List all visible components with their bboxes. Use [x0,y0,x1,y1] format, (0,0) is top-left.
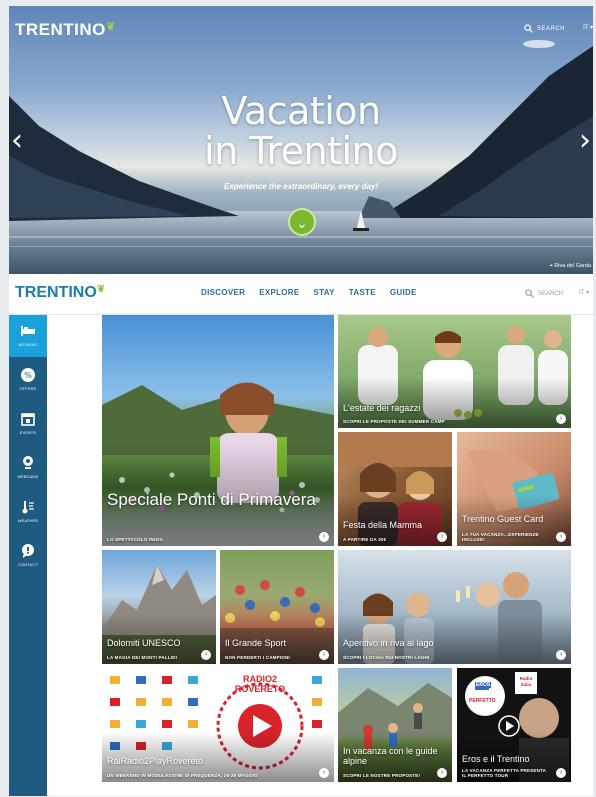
arrow-right-icon[interactable]: › [556,414,566,424]
sidebar-item-events[interactable]: EVENTS [9,403,47,445]
tile-title: Aperitivo in riva al lago [343,638,434,648]
tile-title: Il Grande Sport [225,638,287,648]
promo-tile-speciale-ponti[interactable]: Speciale Ponti di Primavera LO SPETTACOL… [102,315,334,546]
sidebar-item-weather[interactable]: WEATHER [9,491,47,533]
main-navigation: TRENTINO❦ DISCOVER EXPLORE STAY TASTE GU… [9,274,593,315]
quick-links-sidebar: BOOKING % OFFERS EVENTS WEBCAMS WEATHER … [9,315,47,796]
hero-photo-caption: ⌖ Riva del Garda [549,263,591,269]
arrow-right-icon[interactable]: › [437,532,447,542]
tile-subtitle: LA VACANZA PERFETTA PRESENTA IL PERFETTO… [462,768,546,778]
tile-title: RaiRadio2PlayRovereto [107,756,204,766]
svg-text:%: % [24,371,32,380]
tile-subtitle: NON PERDERTI I CAMPIONI [225,655,290,660]
hero-subtitle: Experience the extraordinary, every day! [224,182,378,191]
arrow-right-icon[interactable]: › [437,768,447,778]
nav-item-guide[interactable]: GUIDE [390,288,417,297]
tile-subtitle: SCOPRI LE PROPOSTE DEI SUMMER CAMP [343,419,445,424]
sidebar-item-offers[interactable]: % OFFERS [9,359,47,401]
nav-item-discover[interactable]: DISCOVER [201,288,245,297]
chevron-down-icon[interactable]: ⌄ [288,208,316,236]
hero-title: Vacation in Trentino [204,89,398,173]
sidebar-item-label: BOOKING [18,343,38,347]
sidebar-item-label: WEBCAMS [17,475,39,479]
nav-search[interactable]: SEARCH [525,289,563,298]
promo-tile-guest-card[interactable]: Trentino Guest Card LA TUA VACANZA...ESP… [457,432,571,546]
sidebar-item-label: WEATHER [17,519,39,523]
nav-language-selector[interactable]: IT ▾ [579,289,589,296]
sidebar-item-label: OFFERS [19,387,37,391]
tile-title: Eros e il Trentino [462,754,530,764]
tile-title: Dolomiti UNESCO [107,638,181,648]
promo-tile-grande-sport[interactable]: Il Grande Sport NON PERDERTI I CAMPIONI … [220,550,334,664]
search-icon [525,289,534,298]
webcam-icon [23,456,33,469]
arrow-right-icon[interactable]: › [319,532,329,542]
radio-italia-logo: Radio Italia [519,676,533,687]
arrow-right-icon[interactable]: › [556,532,566,542]
tile-title: Speciale Ponti di Primavera [107,490,316,509]
tile-title: Festa della Mamma [343,520,423,530]
weather-icon [22,501,34,514]
nav-logo[interactable]: TRENTINO❦ [15,284,105,302]
hero-logo[interactable]: TRENTINO❦ [15,20,116,40]
leaf-icon: ❦ [105,21,116,33]
promo-tile-eros[interactable]: EROS PERFETTO Radio Italia Eros e il Tre… [457,668,571,782]
tile-subtitle: LO SPETTACOLO INIZIA [107,537,164,542]
tile-subtitle: UN WEEKEND IN MODULAZIONE DI FREQUENZA, … [107,773,258,778]
bed-icon [21,326,35,336]
tile-subtitle: SCOPRI I LOCALI SUI NOSTRI LAGHI [343,655,430,660]
tile-title: In vacanza con le guide alpine [343,746,438,766]
promo-tile-guide-alpine[interactable]: In vacanza con le guide alpine SCOPRI LE… [338,668,452,782]
arrow-right-icon[interactable]: › [319,768,329,778]
leaf-icon: ❦ [96,284,106,295]
nav-search-label: SEARCH [537,290,563,297]
hero-language-selector[interactable]: IT ▾ [583,24,593,31]
promo-tile-estate-ragazzi[interactable]: L'estate dei ragazzi SCOPRI LE PROPOSTE … [338,315,571,428]
promo-tile-aperitivo[interactable]: Aperitivo in riva al lago SCOPRI I LOCAL… [338,550,571,664]
nav-links: DISCOVER EXPLORE STAY TASTE GUIDE [201,288,417,297]
promo-tile-radio2[interactable]: RADIO2 ROVERETO RaiRadio2PlayRovereto UN… [102,668,334,782]
hero-search-label: SEARCH [536,25,565,32]
tile-subtitle: LA TUA VACANZA...ESPERIENZE INCLUSE! [462,532,539,542]
sidebar-item-label: CONTACT [18,563,38,567]
eros-badge-text: EROS [475,682,492,688]
promo-tile-dolomiti[interactable]: Dolomiti UNESCO LA MAGIA DEI MONTI PALLI… [102,550,216,664]
promo-tile-festa-mamma[interactable]: Festa della Mamma A PARTIRE DA 30€ › [338,432,452,546]
arrow-right-icon[interactable]: › [556,650,566,660]
sidebar-item-label: EVENTS [19,431,37,435]
hero-banner: TRENTINO❦ SEARCH IT ▾ ‹ › Vacation in Tre… [9,6,593,274]
arrow-right-icon[interactable]: › [319,650,329,660]
chat-icon [22,544,34,558]
arrow-right-icon[interactable]: › [556,768,566,778]
eros-tour-text: PERFETTO [469,698,496,704]
page-frame: TRENTINO❦ SEARCH IT ▾ ‹ › Vacation in Tre… [9,6,593,796]
tile-subtitle: SCOPRI LE NOSTRE PROPOSTE! [343,773,421,778]
sidebar-item-contact[interactable]: CONTACT [9,535,47,577]
tile-subtitle: LA MAGIA DEI MONTI PALLIDI [107,655,178,660]
nav-item-explore[interactable]: EXPLORE [259,288,299,297]
search-icon [524,24,533,33]
percent-icon: % [21,368,35,382]
arrow-right-icon[interactable]: › [201,650,211,660]
tile-title: L'estate dei ragazzi [343,403,421,413]
tile-subtitle: A PARTIRE DA 30€ [343,537,387,542]
nav-item-taste[interactable]: TASTE [349,288,376,297]
radio2-logo-text: RADIO2 ROVERETO [234,674,286,694]
nav-item-stay[interactable]: STAY [314,288,335,297]
sidebar-item-booking[interactable]: BOOKING [9,315,47,357]
calendar-icon [21,413,35,426]
hero-search[interactable]: SEARCH [524,24,565,33]
tile-title: Trentino Guest Card [462,514,544,524]
sidebar-item-webcams[interactable]: WEBCAMS [9,447,47,489]
